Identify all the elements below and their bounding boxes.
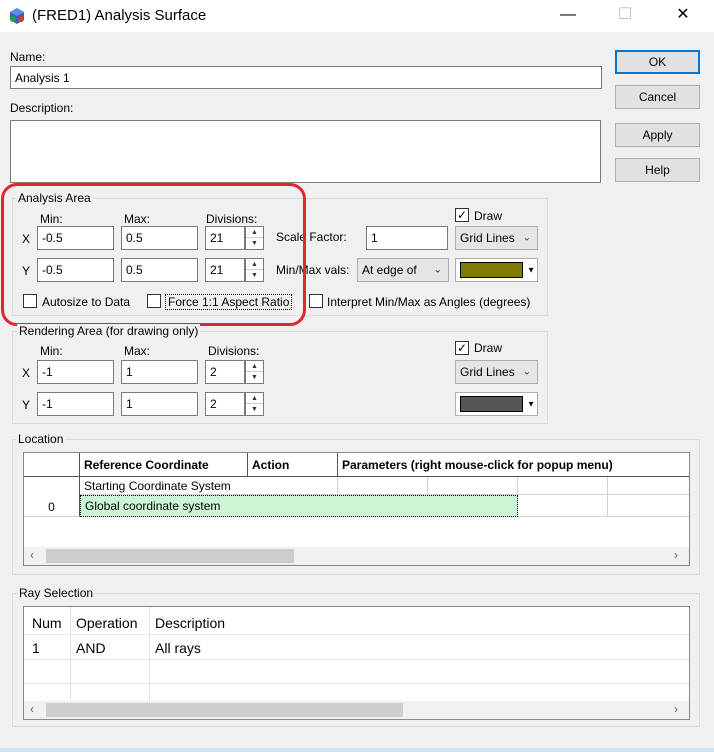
row-divider [24, 659, 689, 660]
interpret-angles-label: Interpret Min/Max as Angles (degrees) [327, 295, 531, 309]
column-divider [70, 607, 71, 703]
window-title: (FRED1) Analysis Surface [32, 7, 207, 24]
location-row-value-cell[interactable]: Global coordinate system [80, 495, 518, 517]
table-cell[interactable] [518, 495, 608, 517]
rendering-y-min-input[interactable]: -1 [37, 392, 114, 416]
spin-up-icon[interactable]: ▲ [246, 393, 263, 404]
fred-app-icon [10, 8, 24, 24]
rendering-max-label: Max: [124, 344, 151, 358]
rendering-y-label: Y [22, 398, 31, 412]
rendering-color-swatch [460, 396, 523, 412]
location-horizontal-scrollbar[interactable]: ‹ › [24, 547, 689, 565]
ray-selection-title: Ray Selection [17, 586, 96, 600]
row-divider [24, 634, 689, 635]
spin-down-icon[interactable]: ▼ [246, 404, 263, 415]
chevron-down-icon: ⌄ [433, 264, 442, 276]
location-corner-cell [24, 453, 80, 477]
scroll-left-icon[interactable]: ‹ [30, 702, 34, 716]
rendering-color-select[interactable]: ▼ [455, 392, 538, 416]
ray-col-operation[interactable]: Operation [76, 615, 137, 631]
help-button[interactable]: Help [615, 158, 700, 182]
rendering-x-divisions-input[interactable]: 2 [205, 360, 245, 384]
analysis-color-select[interactable]: ▼ [455, 258, 538, 282]
rendering-y-divisions-spinner[interactable]: ▲ ▼ [245, 392, 264, 416]
minimize-button[interactable]: — [545, 0, 591, 32]
rendering-x-max-input[interactable]: 1 [121, 360, 198, 384]
description-label: Description: [10, 101, 74, 115]
analysis-color-swatch [460, 262, 523, 278]
rendering-min-label: Min: [40, 344, 63, 358]
spin-down-icon[interactable]: ▼ [246, 372, 263, 383]
chevron-down-icon: ⌄ [522, 366, 531, 378]
table-cell[interactable] [608, 495, 689, 517]
close-button[interactable]: ✕ [660, 0, 706, 32]
scroll-thumb[interactable] [46, 703, 403, 717]
ray-row-operation[interactable]: AND [76, 640, 106, 656]
highlight-annotation [1, 183, 306, 326]
location-row-header[interactable]: 0 [24, 477, 80, 517]
rendering-y-max-input[interactable]: 1 [121, 392, 198, 416]
ok-button[interactable]: OK [615, 50, 700, 74]
minmax-vals-value: At edge of [362, 263, 417, 277]
chevron-down-icon: ⌄ [522, 232, 531, 244]
location-title: Location [16, 432, 66, 446]
location-col-parameters[interactable]: Parameters (right mouse-click for popup … [338, 453, 689, 477]
location-grid[interactable]: Reference Coordinate Action Parameters (… [23, 452, 690, 566]
table-cell[interactable] [608, 477, 689, 495]
table-cell[interactable] [428, 477, 518, 495]
rendering-draw-mode-select[interactable]: Grid Lines ⌄ [455, 360, 538, 384]
rendering-draw-mode-value: Grid Lines [460, 365, 515, 379]
rendering-area-title: Rendering Area (for drawing only) [17, 324, 201, 338]
minmax-vals-select[interactable]: At edge of ⌄ [357, 258, 449, 282]
location-col-reference[interactable]: Reference Coordinate [80, 453, 248, 477]
interpret-angles-checkbox[interactable] [309, 294, 323, 308]
analysis-draw-mode-select[interactable]: Grid Lines ⌄ [455, 226, 538, 250]
rendering-y-divisions-input[interactable]: 2 [205, 392, 245, 416]
location-row-title: Starting Coordinate System [80, 477, 338, 495]
rendering-draw-checkbox[interactable]: ✓ [455, 341, 469, 355]
table-cell[interactable] [338, 477, 428, 495]
rendering-x-divisions-spinner[interactable]: ▲ ▼ [245, 360, 264, 384]
scale-factor-input[interactable]: 1 [366, 226, 448, 250]
rendering-divisions-label: Divisions: [208, 344, 260, 358]
name-label: Name: [10, 50, 46, 64]
analysis-draw-checkbox[interactable]: ✓ [455, 208, 469, 222]
cancel-button[interactable]: Cancel [615, 85, 700, 109]
analysis-draw-mode-value: Grid Lines [460, 231, 515, 245]
rendering-draw-label: Draw [474, 341, 503, 355]
row-divider [24, 683, 689, 684]
scroll-thumb[interactable] [46, 549, 294, 563]
description-input[interactable] [10, 120, 601, 183]
rendering-x-min-input[interactable]: -1 [37, 360, 114, 384]
analysis-draw-label: Draw [474, 209, 503, 223]
rendering-x-label: X [22, 366, 31, 380]
ray-row-num[interactable]: 1 [32, 640, 40, 656]
scroll-right-icon[interactable]: › [674, 702, 678, 716]
ray-selection-list[interactable]: Num Operation Description 1 AND All rays… [23, 606, 690, 720]
dropdown-arrow-icon: ▼ [527, 265, 535, 275]
ray-horizontal-scrollbar[interactable]: ‹ › [24, 701, 689, 719]
maximize-button[interactable]: ☐ [602, 0, 648, 32]
column-divider [149, 607, 150, 703]
location-col-action[interactable]: Action [248, 453, 338, 477]
checkmark-icon: ✓ [456, 341, 468, 355]
scroll-right-icon[interactable]: › [674, 548, 678, 562]
name-input[interactable]: Analysis 1 [10, 66, 602, 89]
ray-col-description[interactable]: Description [155, 615, 225, 631]
spin-up-icon[interactable]: ▲ [246, 361, 263, 372]
scroll-left-icon[interactable]: ‹ [30, 548, 34, 562]
apply-button[interactable]: Apply [615, 123, 700, 147]
dropdown-arrow-icon: ▼ [527, 399, 535, 409]
table-cell[interactable] [518, 477, 608, 495]
checkmark-icon: ✓ [456, 208, 468, 222]
taskbar-edge [0, 748, 714, 752]
ray-col-num[interactable]: Num [32, 615, 62, 631]
ray-row-description[interactable]: All rays [155, 640, 201, 656]
